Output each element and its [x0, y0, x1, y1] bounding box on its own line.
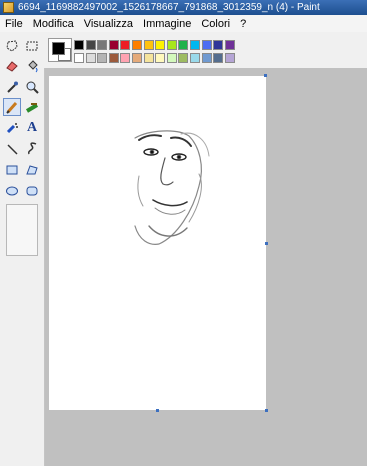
menu-modifica[interactable]: Modifica	[28, 18, 79, 30]
airbrush-tool[interactable]	[3, 119, 21, 137]
color-palette	[44, 32, 367, 68]
line-icon	[7, 144, 18, 155]
rounded-rect-tool[interactable]	[23, 182, 41, 200]
pencil-icon	[6, 102, 18, 114]
foreground-color[interactable]	[52, 42, 65, 55]
fill-tool[interactable]	[23, 57, 41, 75]
rect-select-icon	[26, 41, 38, 51]
palette-swatch[interactable]	[143, 40, 154, 50]
palette-swatch[interactable]	[97, 53, 108, 63]
palette-swatch[interactable]	[178, 53, 189, 63]
eraser-icon	[6, 61, 18, 72]
free-select-icon	[6, 40, 18, 52]
paint-app-icon[interactable]	[3, 2, 14, 13]
brush-icon	[25, 103, 39, 113]
eraser-tool[interactable]	[3, 57, 21, 75]
tool-options-panel[interactable]	[6, 204, 38, 256]
menu-file[interactable]: File	[0, 18, 28, 30]
palette-swatch[interactable]	[108, 53, 119, 63]
palette-swatch[interactable]	[166, 53, 177, 63]
rectangle-tool[interactable]	[3, 161, 21, 179]
rectangle-icon	[6, 165, 18, 175]
resize-handle-bottom[interactable]	[156, 409, 159, 412]
palette-swatch[interactable]	[201, 53, 212, 63]
palette-swatch[interactable]	[74, 53, 84, 63]
magnifier-tool[interactable]	[23, 78, 41, 96]
line-tool[interactable]	[3, 140, 21, 158]
palette-swatch[interactable]	[120, 40, 131, 50]
palette-swatch[interactable]	[108, 40, 119, 50]
fill-icon	[28, 60, 38, 73]
palette-swatch[interactable]	[190, 53, 200, 63]
palette-swatch[interactable]	[132, 53, 142, 63]
palette-swatch[interactable]	[132, 40, 142, 50]
curve-icon	[27, 142, 37, 155]
palette-swatch[interactable]	[85, 53, 96, 63]
palette-swatch[interactable]	[143, 53, 154, 63]
color-picker-tool[interactable]	[3, 78, 21, 96]
palette-swatch[interactable]	[97, 40, 108, 50]
window-title: 6694_1169882497002_1526178667_791868_301…	[18, 2, 320, 13]
menu-visualizza[interactable]: Visualizza	[79, 18, 138, 30]
title-bar: 6694_1169882497002_1526178667_791868_301…	[0, 0, 367, 15]
palette-swatch[interactable]	[74, 40, 84, 50]
color-picker-icon	[7, 81, 18, 93]
rect-select-tool[interactable]	[23, 37, 41, 55]
drawing-canvas[interactable]	[49, 76, 266, 410]
palette-swatch[interactable]	[213, 40, 224, 50]
resize-handle-right[interactable]	[265, 242, 268, 245]
ellipse-tool[interactable]	[3, 182, 21, 200]
menu-colori[interactable]: Colori	[196, 18, 235, 30]
free-select-tool[interactable]	[3, 37, 21, 55]
airbrush-icon	[6, 123, 18, 134]
rounded-rect-icon	[26, 186, 38, 196]
text-icon: A	[26, 120, 38, 135]
palette-swatch[interactable]	[155, 40, 166, 50]
resize-handle-bottom-right[interactable]	[265, 409, 268, 412]
palette-swatch[interactable]	[85, 40, 96, 50]
menu-immagine[interactable]: Immagine	[138, 18, 196, 30]
palette-swatch[interactable]	[201, 40, 212, 50]
palette-swatch[interactable]	[213, 53, 224, 63]
palette-swatch[interactable]	[155, 53, 166, 63]
palette-swatch[interactable]	[224, 53, 235, 63]
text-tool[interactable]: A	[23, 119, 41, 137]
sketch-portrait-face	[134, 130, 210, 245]
workspace	[45, 68, 367, 466]
magnifier-icon	[26, 81, 39, 94]
palette-swatch[interactable]	[120, 53, 131, 63]
pencil-tool[interactable]	[3, 98, 21, 116]
curve-tool[interactable]	[23, 140, 41, 158]
menu-help[interactable]: ?	[235, 18, 251, 30]
resize-handle-top-right[interactable]	[264, 74, 267, 77]
palette-swatch[interactable]	[224, 40, 235, 50]
polygon-tool[interactable]	[23, 161, 41, 179]
ellipse-icon	[6, 186, 18, 196]
polygon-icon	[26, 165, 38, 175]
tool-box: A	[0, 32, 45, 466]
menu-bar: File Modifica Visualizza Immagine Colori…	[0, 15, 367, 33]
current-colors[interactable]	[48, 38, 72, 62]
palette-swatch[interactable]	[178, 40, 189, 50]
palette-swatch[interactable]	[166, 40, 177, 50]
brush-tool[interactable]	[23, 98, 41, 116]
palette-swatch[interactable]	[190, 40, 200, 50]
